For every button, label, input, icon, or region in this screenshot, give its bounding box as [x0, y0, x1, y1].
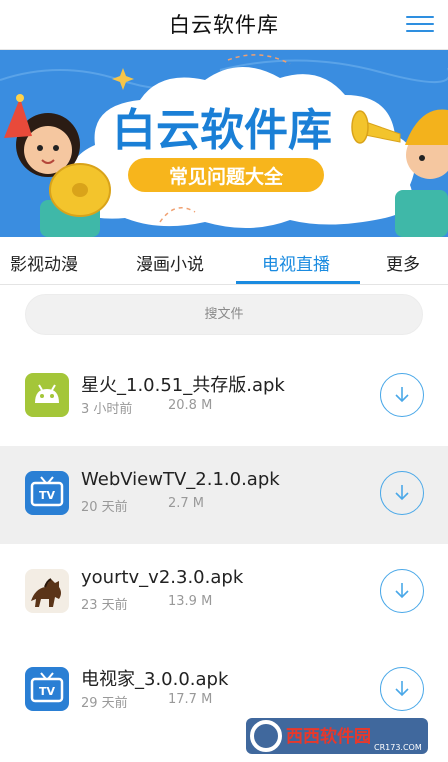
- download-arrow-icon: [395, 681, 409, 697]
- download-button[interactable]: [380, 471, 424, 515]
- site-watermark: 西西软件园 CR173.COM: [246, 716, 428, 756]
- file-size: 13.9 M: [168, 594, 213, 609]
- download-button[interactable]: [380, 667, 424, 711]
- tab-comics-novels[interactable]: 漫画小说: [136, 250, 204, 275]
- file-name: yourtv_v2.3.0.apk: [81, 567, 244, 588]
- download-button[interactable]: [380, 373, 424, 417]
- promo-banner[interactable]: 白云软件库 常见问题大全: [0, 50, 448, 237]
- android-icon: [25, 373, 69, 417]
- svg-text:TV: TV: [39, 685, 56, 698]
- file-size: 20.8 M: [168, 398, 213, 413]
- active-tab-indicator: [236, 281, 360, 284]
- download-arrow-icon: [395, 387, 409, 403]
- file-row[interactable]: TV WebViewTV_2.1.0.apk 20 天前 2.7 M: [0, 446, 448, 544]
- banner-title: 白云软件库: [112, 105, 332, 156]
- file-time: 3 小时前: [81, 402, 133, 417]
- svg-text:TV: TV: [39, 489, 56, 502]
- file-row[interactable]: yourtv_v2.3.0.apk 23 天前 13.9 M: [0, 544, 448, 642]
- download-button[interactable]: [380, 569, 424, 613]
- file-size: 2.7 M: [168, 496, 205, 511]
- file-time: 20 天前: [81, 500, 128, 515]
- tab-tv-live[interactable]: 电视直播: [262, 250, 330, 275]
- app-header: 白云软件库: [0, 0, 448, 50]
- file-size: 17.7 M: [168, 692, 213, 707]
- file-list: 星火_1.0.51_共存版.apk 3 小时前 20.8 M TV WebVie…: [0, 348, 448, 740]
- download-arrow-icon: [395, 583, 409, 599]
- file-time: 29 天前: [81, 696, 128, 711]
- tv-app-icon: TV: [25, 667, 69, 711]
- page-title: 白云软件库: [169, 13, 279, 37]
- download-arrow-icon: [395, 485, 409, 501]
- tv-app-icon: TV: [25, 471, 69, 515]
- hamburger-menu-icon[interactable]: [406, 13, 434, 35]
- tab-film-animation[interactable]: 影视动漫: [10, 250, 78, 275]
- file-name: 电视家_3.0.0.apk: [81, 669, 229, 690]
- search-input[interactable]: 搜文件: [25, 294, 423, 335]
- tab-more[interactable]: 更多: [386, 250, 420, 275]
- file-name: WebViewTV_2.1.0.apk: [81, 469, 280, 490]
- file-time: 23 天前: [81, 598, 128, 613]
- watermark-url: CR173.COM: [374, 743, 422, 752]
- banner-illustration: 白云软件库 常见问题大全: [0, 50, 448, 237]
- horse-app-icon: [25, 569, 69, 613]
- file-name: 星火_1.0.51_共存版.apk: [81, 375, 285, 396]
- category-tabs: 影视动漫 漫画小说 电视直播 更多: [0, 237, 448, 285]
- file-row[interactable]: 星火_1.0.51_共存版.apk 3 小时前 20.8 M: [0, 348, 448, 446]
- watermark-brand: 西西软件园: [286, 726, 371, 747]
- banner-subtitle: 常见问题大全: [169, 165, 284, 188]
